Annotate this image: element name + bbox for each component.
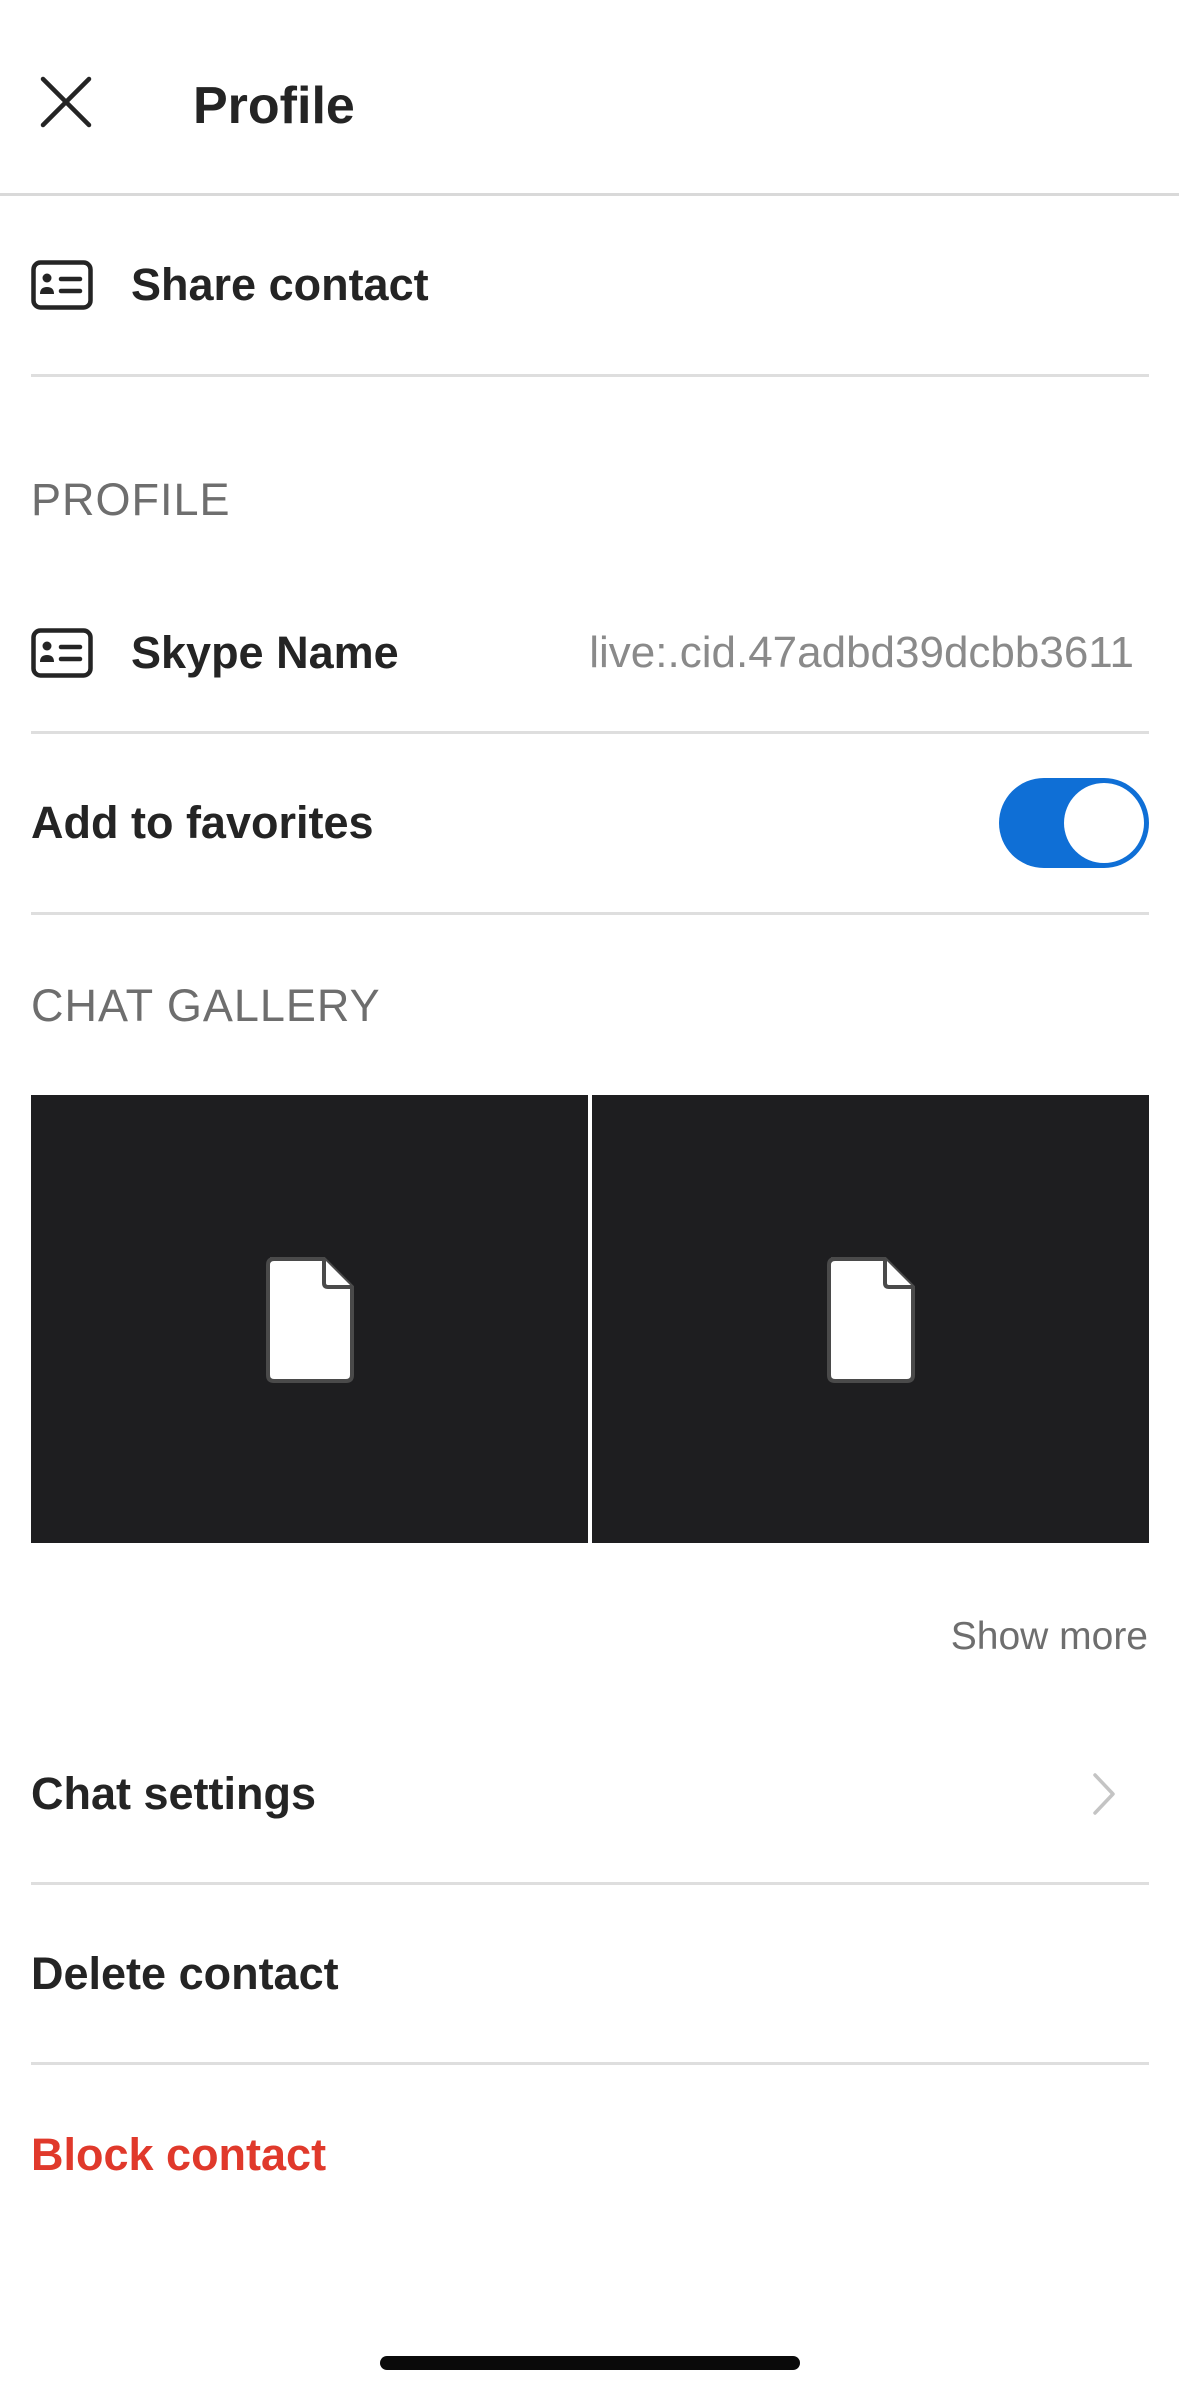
gallery-item[interactable] [31,1095,588,1543]
contact-card-icon [31,260,93,310]
show-more-link[interactable]: Show more [951,1615,1148,1659]
gallery-section-title: CHAT GALLERY [31,980,381,1031]
skype-name-label: Skype Name [131,627,399,678]
document-icon [265,1257,354,1383]
profile-section-title: PROFILE [31,474,231,525]
close-button[interactable] [30,66,102,138]
gallery-item[interactable] [592,1095,1149,1543]
page-title: Profile [193,77,355,135]
document-icon [826,1257,915,1383]
home-indicator[interactable] [380,2356,800,2370]
favorites-label: Add to favorites [31,797,374,848]
favorites-row: Add to favorites [31,734,1149,915]
chevron-right-icon [1089,1769,1119,1819]
chat-settings-label: Chat settings [31,1767,317,1819]
delete-contact-row[interactable]: Delete contact [31,1885,1149,2065]
skype-name-value[interactable]: live:.cid.47adbd39dcbb3611 [589,628,1134,678]
skype-name-row[interactable]: Skype Name live:.cid.47adbd39dcbb3611 [31,575,1149,734]
share-contact-label: Share contact [131,259,429,310]
contact-card-icon [31,628,93,678]
chat-settings-row[interactable]: Chat settings [31,1705,1149,1885]
chat-gallery [31,1095,1149,1543]
favorites-toggle[interactable] [999,778,1149,868]
block-contact-row[interactable]: Block contact [31,2065,1149,2245]
share-contact-row[interactable]: Share contact [31,196,1149,377]
header-bar: Profile [0,0,1179,196]
block-contact-label: Block contact [31,2129,327,2180]
close-icon [40,76,92,128]
delete-contact-label: Delete contact [31,1947,339,1999]
toggle-knob [1064,783,1144,863]
